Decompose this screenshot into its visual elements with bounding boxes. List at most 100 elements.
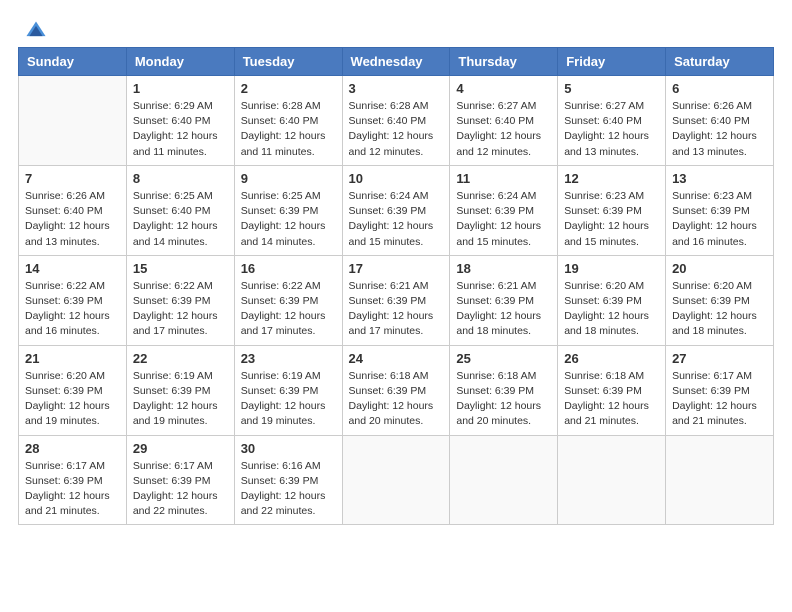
calendar-cell: 8 Sunrise: 6:25 AM Sunset: 6:40 PM Daylig… <box>126 165 234 255</box>
day-number: 25 <box>456 351 551 366</box>
day-info: Sunrise: 6:25 AM Sunset: 6:39 PM Dayligh… <box>241 189 336 250</box>
day-number: 7 <box>25 171 120 186</box>
day-number: 10 <box>349 171 444 186</box>
day-info: Sunrise: 6:17 AM Sunset: 6:39 PM Dayligh… <box>133 459 228 520</box>
day-info: Sunrise: 6:18 AM Sunset: 6:39 PM Dayligh… <box>564 369 659 430</box>
calendar-cell: 25Sunrise: 6:18 AM Sunset: 6:39 PM Dayli… <box>450 345 558 435</box>
day-info: Sunrise: 6:24 AM Sunset: 6:39 PM Dayligh… <box>349 189 444 250</box>
calendar-week-1: 1 Sunrise: 6:29 AM Sunset: 6:40 PM Daylig… <box>19 76 774 166</box>
page-header <box>10 10 782 47</box>
calendar-cell: 12 Sunrise: 6:23 AM Sunset: 6:39 PM Dayli… <box>558 165 666 255</box>
calendar-cell: 17 Sunrise: 6:21 AM Sunset: 6:39 PM Dayli… <box>342 255 450 345</box>
day-header-sunday: Sunday <box>19 48 127 76</box>
calendar-cell: 13 Sunrise: 6:23 AM Sunset: 6:39 PM Dayli… <box>666 165 774 255</box>
day-number: 20 <box>672 261 767 276</box>
day-info: Sunrise: 6:16 AM Sunset: 6:39 PM Dayligh… <box>241 459 336 520</box>
day-info: Sunrise: 6:20 AM Sunset: 6:39 PM Dayligh… <box>25 369 120 430</box>
day-number: 15 <box>133 261 228 276</box>
calendar-cell: 2Sunrise: 6:28 AM Sunset: 6:40 PM Daylig… <box>234 76 342 166</box>
day-number: 18 <box>456 261 551 276</box>
calendar-cell: 29 Sunrise: 6:17 AM Sunset: 6:39 PM Dayli… <box>126 435 234 525</box>
calendar-cell: 5 Sunrise: 6:27 AM Sunset: 6:40 PM Daylig… <box>558 76 666 166</box>
calendar-cell: 18 Sunrise: 6:21 AM Sunset: 6:39 PM Dayli… <box>450 255 558 345</box>
day-number: 4 <box>456 81 551 96</box>
day-number: 5 <box>564 81 659 96</box>
calendar-cell: 21 Sunrise: 6:20 AM Sunset: 6:39 PM Dayli… <box>19 345 127 435</box>
day-info: Sunrise: 6:22 AM Sunset: 6:39 PM Dayligh… <box>241 279 336 340</box>
calendar-cell: 15 Sunrise: 6:22 AM Sunset: 6:39 PM Dayli… <box>126 255 234 345</box>
day-info: Sunrise: 6:22 AM Sunset: 6:39 PM Dayligh… <box>133 279 228 340</box>
calendar-cell: 26 Sunrise: 6:18 AM Sunset: 6:39 PM Dayli… <box>558 345 666 435</box>
day-number: 17 <box>349 261 444 276</box>
calendar-cell <box>342 435 450 525</box>
day-number: 24 <box>349 351 444 366</box>
calendar-cell <box>666 435 774 525</box>
day-number: 6 <box>672 81 767 96</box>
calendar-week-5: 28 Sunrise: 6:17 AM Sunset: 6:39 PM Dayli… <box>19 435 774 525</box>
day-info: Sunrise: 6:19 AM Sunset: 6:39 PM Dayligh… <box>241 369 336 430</box>
calendar-cell <box>558 435 666 525</box>
day-number: 21 <box>25 351 120 366</box>
day-number: 22 <box>133 351 228 366</box>
day-number: 28 <box>25 441 120 456</box>
day-number: 16 <box>241 261 336 276</box>
day-info: Sunrise: 6:29 AM Sunset: 6:40 PM Dayligh… <box>133 99 228 160</box>
day-info: Sunrise: 6:23 AM Sunset: 6:39 PM Dayligh… <box>672 189 767 250</box>
day-header-friday: Friday <box>558 48 666 76</box>
day-info: Sunrise: 6:21 AM Sunset: 6:39 PM Dayligh… <box>349 279 444 340</box>
day-number: 27 <box>672 351 767 366</box>
logo <box>25 20 51 42</box>
calendar-cell: 1 Sunrise: 6:29 AM Sunset: 6:40 PM Daylig… <box>126 76 234 166</box>
calendar-table: SundayMondayTuesdayWednesdayThursdayFrid… <box>18 47 774 525</box>
day-number: 19 <box>564 261 659 276</box>
day-number: 12 <box>564 171 659 186</box>
calendar-cell: 9 Sunrise: 6:25 AM Sunset: 6:39 PM Daylig… <box>234 165 342 255</box>
day-info: Sunrise: 6:28 AM Sunset: 6:40 PM Dayligh… <box>241 99 336 160</box>
day-info: Sunrise: 6:24 AM Sunset: 6:39 PM Dayligh… <box>456 189 551 250</box>
day-number: 13 <box>672 171 767 186</box>
calendar-cell: 19 Sunrise: 6:20 AM Sunset: 6:39 PM Dayli… <box>558 255 666 345</box>
calendar-cell: 16 Sunrise: 6:22 AM Sunset: 6:39 PM Dayli… <box>234 255 342 345</box>
day-info: Sunrise: 6:27 AM Sunset: 6:40 PM Dayligh… <box>564 99 659 160</box>
day-header-monday: Monday <box>126 48 234 76</box>
day-info: Sunrise: 6:22 AM Sunset: 6:39 PM Dayligh… <box>25 279 120 340</box>
calendar-cell: 4 Sunrise: 6:27 AM Sunset: 6:40 PM Daylig… <box>450 76 558 166</box>
day-number: 30 <box>241 441 336 456</box>
day-number: 14 <box>25 261 120 276</box>
calendar-cell: 7Sunrise: 6:26 AM Sunset: 6:40 PM Daylig… <box>19 165 127 255</box>
calendar-cell <box>450 435 558 525</box>
day-info: Sunrise: 6:19 AM Sunset: 6:39 PM Dayligh… <box>133 369 228 430</box>
day-info: Sunrise: 6:17 AM Sunset: 6:39 PM Dayligh… <box>25 459 120 520</box>
day-header-saturday: Saturday <box>666 48 774 76</box>
calendar-cell: 6 Sunrise: 6:26 AM Sunset: 6:40 PM Daylig… <box>666 76 774 166</box>
day-info: Sunrise: 6:23 AM Sunset: 6:39 PM Dayligh… <box>564 189 659 250</box>
day-number: 1 <box>133 81 228 96</box>
day-info: Sunrise: 6:28 AM Sunset: 6:40 PM Dayligh… <box>349 99 444 160</box>
day-header-wednesday: Wednesday <box>342 48 450 76</box>
day-number: 26 <box>564 351 659 366</box>
calendar-cell: 10 Sunrise: 6:24 AM Sunset: 6:39 PM Dayli… <box>342 165 450 255</box>
day-info: Sunrise: 6:27 AM Sunset: 6:40 PM Dayligh… <box>456 99 551 160</box>
calendar-cell: 11 Sunrise: 6:24 AM Sunset: 6:39 PM Dayli… <box>450 165 558 255</box>
calendar-week-4: 21 Sunrise: 6:20 AM Sunset: 6:39 PM Dayli… <box>19 345 774 435</box>
calendar-week-3: 14 Sunrise: 6:22 AM Sunset: 6:39 PM Dayli… <box>19 255 774 345</box>
day-info: Sunrise: 6:20 AM Sunset: 6:39 PM Dayligh… <box>672 279 767 340</box>
calendar-cell: 28 Sunrise: 6:17 AM Sunset: 6:39 PM Dayli… <box>19 435 127 525</box>
day-number: 11 <box>456 171 551 186</box>
calendar-cell: 23Sunrise: 6:19 AM Sunset: 6:39 PM Dayli… <box>234 345 342 435</box>
day-info: Sunrise: 6:18 AM Sunset: 6:39 PM Dayligh… <box>349 369 444 430</box>
calendar-header-row: SundayMondayTuesdayWednesdayThursdayFrid… <box>19 48 774 76</box>
calendar-cell: 22 Sunrise: 6:19 AM Sunset: 6:39 PM Dayli… <box>126 345 234 435</box>
day-info: Sunrise: 6:21 AM Sunset: 6:39 PM Dayligh… <box>456 279 551 340</box>
calendar-cell: 24 Sunrise: 6:18 AM Sunset: 6:39 PM Dayli… <box>342 345 450 435</box>
day-number: 29 <box>133 441 228 456</box>
day-number: 8 <box>133 171 228 186</box>
day-header-tuesday: Tuesday <box>234 48 342 76</box>
calendar-week-2: 7Sunrise: 6:26 AM Sunset: 6:40 PM Daylig… <box>19 165 774 255</box>
day-info: Sunrise: 6:20 AM Sunset: 6:39 PM Dayligh… <box>564 279 659 340</box>
day-number: 9 <box>241 171 336 186</box>
calendar-cell: 20 Sunrise: 6:20 AM Sunset: 6:39 PM Dayli… <box>666 255 774 345</box>
day-info: Sunrise: 6:25 AM Sunset: 6:40 PM Dayligh… <box>133 189 228 250</box>
day-number: 3 <box>349 81 444 96</box>
day-info: Sunrise: 6:26 AM Sunset: 6:40 PM Dayligh… <box>672 99 767 160</box>
